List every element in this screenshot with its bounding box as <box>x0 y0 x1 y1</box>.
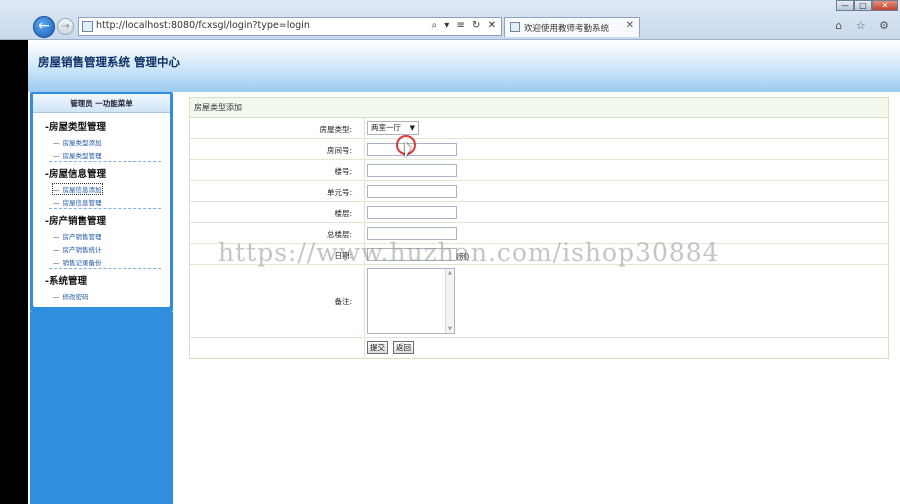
address-bar[interactable]: http://localhost:8080/fcxsgl/login?type=… <box>78 17 502 36</box>
browser-toolbar-icons[interactable]: ⌂ ☆ ⚙ <box>835 19 894 32</box>
left-margin <box>0 40 28 504</box>
sidebar-item-sales-backup[interactable]: 销售记录备份 <box>53 257 102 267</box>
browser-tab[interactable]: 欢迎使用教师考勤系统 ✕ <box>504 17 640 37</box>
remark-textarea[interactable]: ▲ ▼ <box>367 268 455 334</box>
forward-arrow-icon[interactable]: → <box>57 18 74 35</box>
sidebar-item-house-type-add[interactable]: 房屋类型添加 <box>53 137 102 147</box>
form-row: 房间号: <box>190 139 888 160</box>
dropdown-arrow-icon: ▼ <box>409 124 415 132</box>
watermark: https://www.huzhan.com/ishop30884 <box>218 238 720 267</box>
sidebar: 管理员 一功能菜单 -房屋类型管理 房屋类型添加 房屋类型管理 -房屋信息管理 … <box>30 92 173 312</box>
unit-label: 单元号: <box>326 188 352 197</box>
sidebar-item-sales-stats[interactable]: 房产销售统计 <box>53 244 102 254</box>
address-bar-tools-icon[interactable]: ⌕ ▾ ≡ ↻ ✕ <box>432 20 498 31</box>
sidebar-divider <box>49 268 161 269</box>
building-input[interactable] <box>367 164 457 177</box>
minimize-button[interactable]: — <box>836 0 854 11</box>
page-favicon-icon <box>82 21 93 32</box>
scroll-up-icon[interactable]: ▲ <box>448 270 452 276</box>
form-row: 单元号: <box>190 181 888 202</box>
sidebar-divider <box>49 161 161 162</box>
sidebar-lower-panel <box>30 312 173 504</box>
form-row: 楼层: <box>190 202 888 223</box>
form-label-cell: 房屋类型: <box>190 118 365 138</box>
back-button[interactable]: 返回 <box>393 341 414 354</box>
sidebar-group-system[interactable]: -系统管理 <box>45 273 87 287</box>
room-no-label: 房间号: <box>326 146 352 155</box>
submit-button[interactable]: 提交 <box>367 341 388 354</box>
floor-input[interactable] <box>367 206 457 219</box>
back-arrow-icon[interactable]: ← <box>33 16 55 38</box>
sidebar-group-house-type[interactable]: -房屋类型管理 <box>45 119 106 133</box>
house-type-select-value: 两室一厅 <box>371 123 401 132</box>
building-label: 楼号: <box>334 167 352 176</box>
form-label-cell: 备注: <box>190 265 365 337</box>
remark-label: 备注: <box>334 297 352 306</box>
form-row: 提交 返回 <box>190 338 888 359</box>
form-label-cell <box>190 338 365 359</box>
sidebar-group-sales[interactable]: -房产销售管理 <box>45 213 106 227</box>
sidebar-group-house-info[interactable]: -房屋信息管理 <box>45 166 106 180</box>
sidebar-item-change-password[interactable]: 修改密码 <box>53 291 89 301</box>
maximize-button[interactable]: □ <box>854 0 872 11</box>
sidebar-item-sales-manage[interactable]: 房产销售管理 <box>53 231 102 241</box>
browser-chrome: — □ ✕ ← → http://localhost:8080/fcxsgl/l… <box>0 0 900 40</box>
textarea-scrollbar[interactable]: ▲ ▼ <box>445 269 454 333</box>
form-row: 楼号: <box>190 160 888 181</box>
sidebar-divider <box>49 208 161 209</box>
sidebar-item-house-info-manage[interactable]: 房屋信息管理 <box>53 197 102 207</box>
form-row: 备注: ▲ ▼ <box>190 265 888 338</box>
form-label-cell: 楼号: <box>190 160 365 180</box>
tab-close-icon[interactable]: ✕ <box>626 20 634 31</box>
form-title: 房屋类型添加 <box>190 98 888 118</box>
window-controls: — □ ✕ <box>836 0 898 11</box>
unit-input[interactable] <box>367 185 457 198</box>
house-type-form: 房屋类型添加 房屋类型: 两室一厅 ▼ 房间号: 楼号: 单元号: 楼层: 总楼… <box>189 97 889 359</box>
close-window-button[interactable]: ✕ <box>872 0 898 11</box>
sidebar-menu: 管理员 一功能菜单 -房屋类型管理 房屋类型添加 房屋类型管理 -房屋信息管理 … <box>33 94 170 307</box>
sidebar-item-house-info-add[interactable]: 房屋信息添加 <box>52 183 103 195</box>
system-title: 房屋销售管理系统 管理中心 <box>38 55 181 69</box>
form-label-cell: 楼层: <box>190 202 365 222</box>
house-type-select[interactable]: 两室一厅 ▼ <box>367 121 419 135</box>
sidebar-item-house-type-manage[interactable]: 房屋类型管理 <box>53 150 102 160</box>
address-url[interactable]: http://localhost:8080/fcxsgl/login?type=… <box>96 20 310 31</box>
scroll-down-icon[interactable]: ▼ <box>448 326 452 332</box>
form-row: 房屋类型: 两室一厅 ▼ <box>190 118 888 139</box>
sidebar-heading: 管理员 一功能菜单 <box>33 94 170 113</box>
mouse-cursor-icon <box>405 142 411 158</box>
page-banner: 房屋销售管理系统 管理中心 <box>0 40 900 92</box>
house-type-label: 房屋类型: <box>319 125 352 134</box>
tab-favicon-icon <box>510 22 520 32</box>
floor-label: 楼层: <box>334 209 352 218</box>
screen: — □ ✕ ← → http://localhost:8080/fcxsgl/l… <box>0 0 900 504</box>
form-label-cell: 房间号: <box>190 139 365 159</box>
tab-title[interactable]: 欢迎使用教师考勤系统 <box>524 22 609 34</box>
form-label-cell: 单元号: <box>190 181 365 201</box>
